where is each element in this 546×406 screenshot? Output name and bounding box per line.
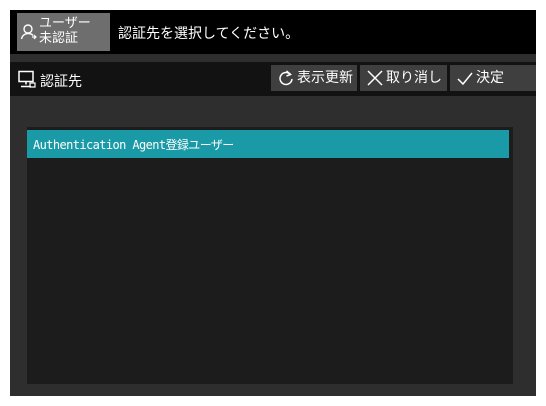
monitor-icon	[18, 70, 36, 88]
user-icon	[20, 24, 37, 40]
cancel-label: 取り消し	[386, 70, 442, 86]
screen: ユーザー 未認証 認証先を選択してください。 認証先 表示更新 取り消し 決定 …	[10, 10, 536, 396]
refresh-label: 表示更新	[297, 70, 353, 86]
cancel-button[interactable]: 取り消し	[360, 65, 447, 91]
close-icon	[367, 70, 383, 86]
user-status-line2: 未認証	[39, 31, 79, 46]
refresh-icon	[279, 70, 293, 86]
user-status-label: ユーザー 未認証	[39, 16, 91, 46]
page-title: 認証先	[40, 74, 82, 90]
list-item-label: Authentication Agent登録ユーザー	[33, 138, 234, 152]
status-bar: ユーザー 未認証 認証先を選択してください。	[10, 10, 536, 54]
ok-button[interactable]: 決定	[450, 65, 536, 91]
check-icon	[457, 72, 473, 86]
user-status-line1: ユーザー	[39, 16, 91, 31]
ok-label: 決定	[476, 70, 504, 86]
instruction-text: 認証先を選択してください。	[118, 26, 300, 42]
list-item[interactable]: Authentication Agent登録ユーザー	[27, 130, 509, 158]
header-bar: 認証先 表示更新 取り消し 決定	[10, 62, 536, 96]
refresh-button[interactable]: 表示更新	[271, 65, 357, 91]
authentication-target-list[interactable]: Authentication Agent登録ユーザー	[27, 127, 513, 384]
user-status-button[interactable]: ユーザー 未認証	[17, 13, 110, 51]
